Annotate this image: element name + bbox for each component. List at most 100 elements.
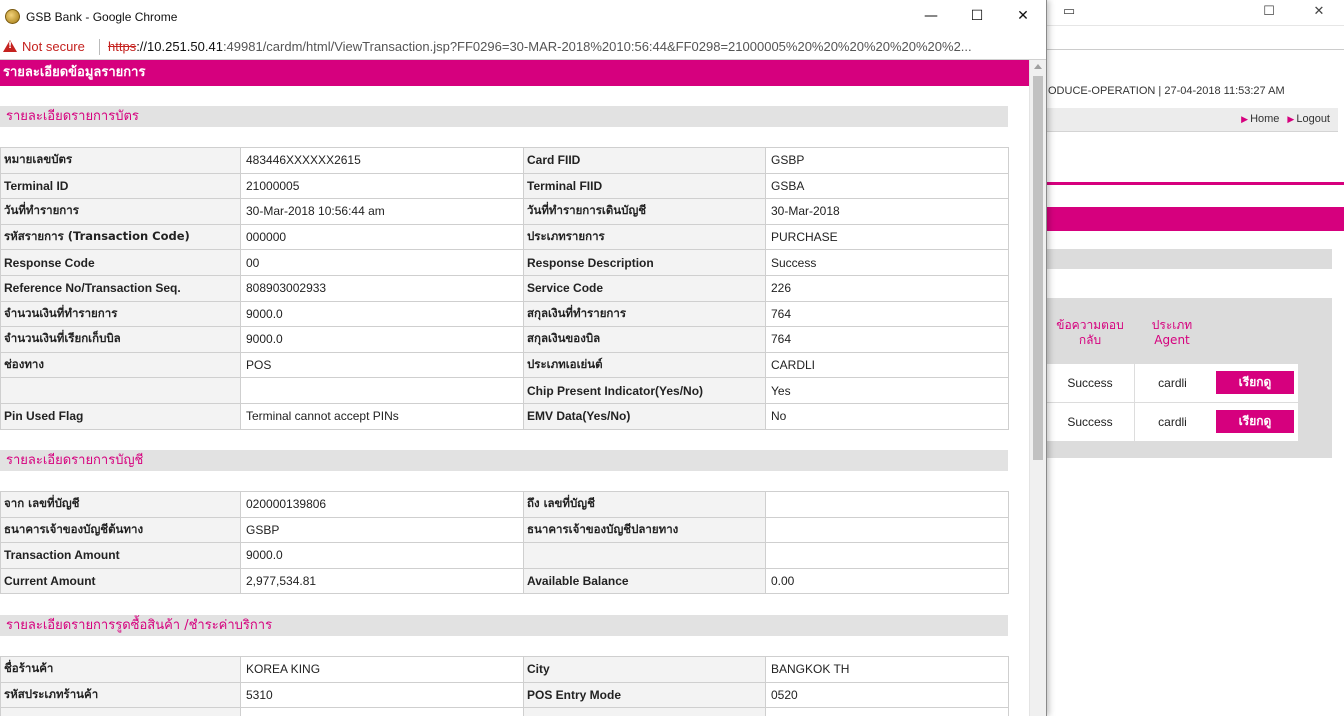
field-value: BANGKOK TH [765,656,1009,683]
field-label: รหัสประเภทร้านค้า [0,681,241,709]
table-row [0,707,1009,716]
field-value: 0.00 [765,567,1009,595]
field-value [240,707,524,716]
view-button[interactable]: เรียกดู [1216,371,1294,394]
field-value: Yes [765,377,1009,404]
field-value [765,516,1009,544]
background-titlebar: ▭ ☐ ✕ [1046,0,1344,26]
background-blank [1046,0,1092,26]
background-results-panel: ข้อความตอบกลับ ประเภท Agent Success card… [1046,298,1332,458]
field-value [765,542,1009,569]
field-value: 764 [765,326,1009,353]
result-response: Success [1067,376,1113,390]
table-row: หมายเลขบัตร 483446XXXXXX2615 Card FIID GSBP [0,147,1009,174]
window-title: GSB Bank - Google Chrome [26,10,178,24]
background-header-info: ODUCE-OPERATION | 27-04-2018 11:53:27 AM [1048,85,1285,97]
field-label [523,707,766,716]
field-label [523,542,766,569]
field-value [240,377,524,404]
field-value: 30-Mar-2018 [765,198,1009,225]
background-close-button[interactable]: ✕ [1296,0,1342,26]
warning-icon[interactable] [3,40,17,52]
field-label: Response Description [523,249,766,276]
field-label: Reference No/Transaction Seq. [0,274,241,302]
security-indicator[interactable]: Not secure [22,39,85,54]
field-label: ธนาคารเจ้าของบัญชีต้นทาง [0,516,241,544]
address-bar[interactable]: Not secure https://10.251.50.41:49981/ca… [0,34,1046,60]
table-row: Response Code 00 Response Description Succe… [0,249,1009,276]
field-value: PURCHASE [765,223,1009,251]
field-label: Service Code [523,274,766,302]
field-label: ธนาคารเจ้าของบัญชีปลายทาง [523,516,766,544]
logout-link[interactable]: Logout [1296,113,1330,125]
table-row: Terminal ID 21000005 Terminal FIID GSBA [0,172,1009,200]
table-row: จาก เลขที่บัญชี 020000139806 ถึง เลขที่บัญ… [0,491,1009,518]
field-label: ช่องทาง [0,351,241,379]
field-label: วันที่ทำรายการ [0,198,241,225]
address-separator [99,39,100,55]
table-row: Pin Used Flag Terminal cannot accept PINs… [0,402,1009,430]
triangle-right-icon: ▶ [1287,114,1295,124]
field-value: 9000.0 [240,326,524,353]
card-details-table: หมายเลขบัตร 483446XXXXXX2615 Card FIID GSBP… [0,147,1009,430]
field-label: Terminal FIID [523,172,766,200]
table-row: ธนาคารเจ้าของบัญชีต้นทาง GSBP ธนาคารเจ้าขอ… [0,516,1009,544]
background-nav-links: ▶ Home ▶ Logout [1241,113,1330,125]
scroll-up-arrow-icon[interactable] [1034,64,1042,69]
field-value: 764 [765,300,1009,328]
field-label: จำนวนเงินที่ทำรายการ [0,300,241,328]
gsb-logo-icon [5,9,20,24]
url-host: ://10.251.50.41 [136,39,223,54]
section-title-card: รายละเอียดรายการบัตร [0,106,1008,127]
field-value: 5310 [240,681,524,709]
result-agent: cardli [1134,403,1210,441]
section-title-purchase: รายละเอียดรายการรูดซื้อสินค้า /ชำระค่าบร… [0,615,1008,636]
table-row: ช่องทาง POS ประเภทเอเย่นต์ CARDLI [0,351,1009,379]
field-value: GSBP [765,147,1009,174]
field-label: Card FIID [523,147,766,174]
field-value [765,491,1009,518]
section-title-account: รายละเอียดรายการบัญชี [0,450,1008,471]
field-value: POS [240,351,524,379]
maximize-button[interactable]: ☐ [954,0,1000,34]
field-label: ถึง เลขที่บัญชี [523,491,766,518]
home-link[interactable]: Home [1250,113,1279,125]
field-value: 000000 [240,223,524,251]
field-value: 226 [765,274,1009,302]
background-address-bar [1046,26,1344,50]
popup-browser-window: GSB Bank - Google Chrome — ☐ ✕ Not secur… [0,0,1047,716]
field-value: 2,977,534.81 [240,567,524,595]
background-maximize-button[interactable]: ☐ [1246,0,1292,26]
field-label: สกุลเงินที่ทำรายการ [523,300,766,328]
url-field[interactable]: https://10.251.50.41:49981/cardm/html/Vi… [108,39,1040,54]
table-row: Chip Present Indicator(Yes/No) Yes [0,377,1009,404]
field-value: CARDLI [765,351,1009,379]
field-label: Chip Present Indicator(Yes/No) [523,377,766,404]
window-titlebar: GSB Bank - Google Chrome — ☐ ✕ [0,0,1046,34]
result-row: Success cardli เรียกดู [1046,364,1298,402]
view-button[interactable]: เรียกดู [1216,410,1294,433]
page-title: รายละเอียดข้อมูลรายการ [0,60,1029,86]
field-value: 020000139806 [240,491,524,518]
field-label: วันที่ทำรายการเดินบัญชี [523,198,766,225]
field-value: GSBA [765,172,1009,200]
field-label: ประเภทเอเย่นต์ [523,351,766,379]
field-value [765,707,1009,716]
minimize-button[interactable]: — [908,0,954,34]
table-row: Transaction Amount 9000.0 [0,542,1009,569]
field-value: 9000.0 [240,300,524,328]
vertical-scrollbar[interactable] [1029,60,1046,716]
field-label: หมายเลขบัตร [0,147,241,174]
field-value: 9000.0 [240,542,524,569]
table-row: Reference No/Transaction Seq. 80890300293… [0,274,1009,302]
field-label [0,707,241,716]
close-button[interactable]: ✕ [1000,0,1046,34]
result-agent: cardli [1134,364,1210,402]
field-label: ประเภทรายการ [523,223,766,251]
table-row: จำนวนเงินที่ทำรายการ 9000.0 สกุลเงินที่ทำร… [0,300,1009,328]
url-path: :49981/cardm/html/ViewTransaction.jsp?FF… [222,39,972,54]
table-row: รหัสประเภทร้านค้า 5310 POS Entry Mode 0520 [0,681,1009,709]
scrollbar-thumb[interactable] [1033,76,1043,460]
field-value: No [765,402,1009,430]
field-label: จำนวนเงินที่เรียกเก็บบิล [0,326,241,353]
